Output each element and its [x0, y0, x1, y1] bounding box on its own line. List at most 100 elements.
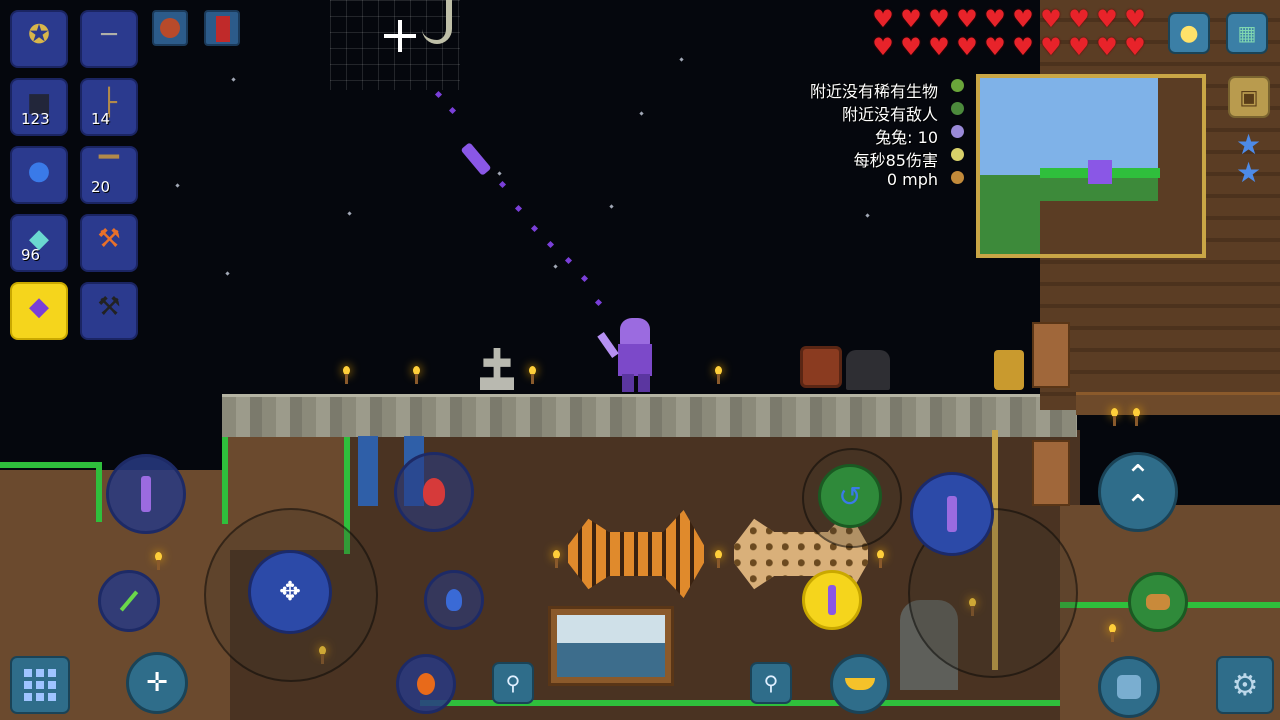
projectile-trail — [580, 274, 589, 283]
smart-cursor-button[interactable]: ✛ — [126, 652, 188, 714]
torch — [1107, 624, 1117, 642]
hotbar-slot-10[interactable]: ⚒ — [80, 282, 138, 340]
torch — [341, 366, 351, 384]
projectile-trail — [546, 240, 555, 249]
heart-icon: ♥ — [928, 5, 950, 33]
projectile-trail — [498, 180, 507, 189]
quick-buff-button[interactable] — [396, 654, 456, 714]
star — [865, 213, 870, 218]
buff-icon-1[interactable] — [152, 10, 188, 46]
zoom-out-button[interactable]: ⚲ — [492, 662, 534, 704]
hotbar-slot-8[interactable]: ⚒ — [80, 214, 138, 272]
jump-button[interactable]: ⌃ ⌃ — [1098, 452, 1178, 532]
map-button[interactable]: ▦ — [1226, 12, 1268, 54]
mount-item-icon — [1146, 594, 1170, 610]
inventory-button[interactable] — [10, 656, 70, 714]
axe-icon: ✪ — [28, 20, 50, 50]
lightbulb-icon: ● — [1179, 20, 1199, 46]
quick-mount-button[interactable] — [1128, 572, 1188, 632]
camera-icon: ▣ — [1239, 85, 1259, 109]
hotbar-slot-4[interactable]: ├ 14 — [80, 78, 138, 136]
hanging-banner — [358, 436, 378, 506]
heart-icon: ♥ — [1068, 33, 1090, 61]
great-wave-painting — [548, 606, 674, 686]
projectile-trail — [594, 298, 603, 307]
square-icon — [1117, 675, 1141, 699]
map-icon: ▦ — [1237, 21, 1257, 45]
projectile-trail — [530, 224, 539, 233]
grid-icon — [24, 669, 56, 701]
hotbar-slot-6[interactable]: ▔ 20 — [80, 146, 138, 204]
hotbar-slot-5[interactable]: ● — [10, 146, 68, 204]
grapple-button[interactable]: ↺ — [818, 464, 882, 528]
item-count: 20 — [91, 178, 111, 196]
heart-icon: ♥ — [1040, 33, 1062, 61]
quick-mana-button[interactable] — [424, 570, 484, 630]
projectile-trail — [564, 256, 573, 265]
quick-item-button[interactable] — [98, 570, 160, 632]
crosshair-icon: ✛ — [146, 668, 168, 698]
settings-button[interactable]: ⚙ — [1216, 656, 1274, 714]
torch — [527, 366, 537, 384]
crystal-weapon-icon — [947, 496, 957, 532]
heart-icon: ♥ — [872, 33, 894, 61]
hotbar-slot-2[interactable]: ─ — [80, 10, 138, 68]
heart-icon: ♥ — [928, 33, 950, 61]
star — [679, 57, 684, 62]
tally-counter-icon[interactable] — [951, 125, 964, 138]
selected-item-button[interactable] — [802, 570, 862, 630]
grass-edge — [96, 462, 102, 522]
interact-button[interactable] — [1098, 656, 1160, 718]
gun-icon: ─ — [101, 20, 117, 50]
hotbar-slot-1[interactable]: ✪ — [10, 10, 68, 68]
kill-count-readout: 兔兔: 10 — [875, 128, 938, 147]
magic-weapon-icon: ◆ — [29, 292, 49, 322]
moon-icon — [422, 0, 452, 44]
attack-joystick[interactable] — [910, 472, 994, 556]
torch — [713, 366, 723, 384]
heart-icon: ♥ — [1096, 33, 1118, 61]
hotbar-slot-3[interactable]: ■ 123 — [10, 78, 68, 136]
cursor-crosshair-icon — [384, 20, 416, 52]
hotbar-slot-9[interactable]: ◆ — [10, 282, 68, 340]
minimap[interactable] — [976, 74, 1206, 258]
item-count: 123 — [21, 110, 50, 128]
stopwatch-icon[interactable] — [951, 171, 964, 184]
mount-button[interactable] — [830, 654, 890, 714]
heart-icon: ♥ — [956, 5, 978, 33]
player-character — [597, 318, 660, 392]
heart-icon: ♥ — [1012, 33, 1034, 61]
rare-creature-readout: 附近没有稀有生物 — [809, 82, 938, 101]
crystal-weapon-icon — [141, 476, 151, 512]
speed-readout: 0 mph — [886, 170, 938, 189]
camera-button[interactable]: ▣ — [1228, 76, 1270, 118]
saddle-icon — [845, 678, 875, 690]
housing-button[interactable]: ● — [1168, 12, 1210, 54]
heart-icon: ♥ — [1012, 5, 1034, 33]
radar-icon[interactable] — [951, 102, 964, 115]
zoom-in-button[interactable]: ⚲ — [750, 662, 792, 704]
movement-joystick[interactable]: ✥ — [248, 550, 332, 634]
house-door — [1032, 440, 1070, 506]
healing-potion-icon — [423, 478, 445, 506]
heart-icon: ♥ — [1068, 5, 1090, 33]
quick-weapon-button[interactable] — [106, 454, 186, 534]
lifeform-analyzer-icon[interactable] — [951, 79, 964, 92]
tombstone-icon — [480, 348, 514, 390]
buff-icon-2[interactable] — [204, 10, 240, 46]
star — [553, 264, 558, 269]
hammer-icon: ⚒ — [97, 224, 121, 254]
dps-meter-icon[interactable] — [951, 148, 964, 161]
item-count: 14 — [91, 110, 111, 128]
heart-icon: ♥ — [1096, 5, 1118, 33]
torch — [411, 366, 421, 384]
pickaxe-icon: ⚒ — [97, 292, 121, 322]
projectile-trail — [448, 106, 457, 115]
quick-heal-button[interactable] — [394, 452, 474, 532]
gear-icon: ⚙ — [1231, 667, 1259, 703]
star — [347, 211, 352, 216]
projectile-trail — [514, 204, 523, 213]
mana-star-icon: ★ — [1236, 156, 1262, 189]
house-floor — [1076, 392, 1280, 415]
hotbar-slot-7[interactable]: ◆ 96 — [10, 214, 68, 272]
